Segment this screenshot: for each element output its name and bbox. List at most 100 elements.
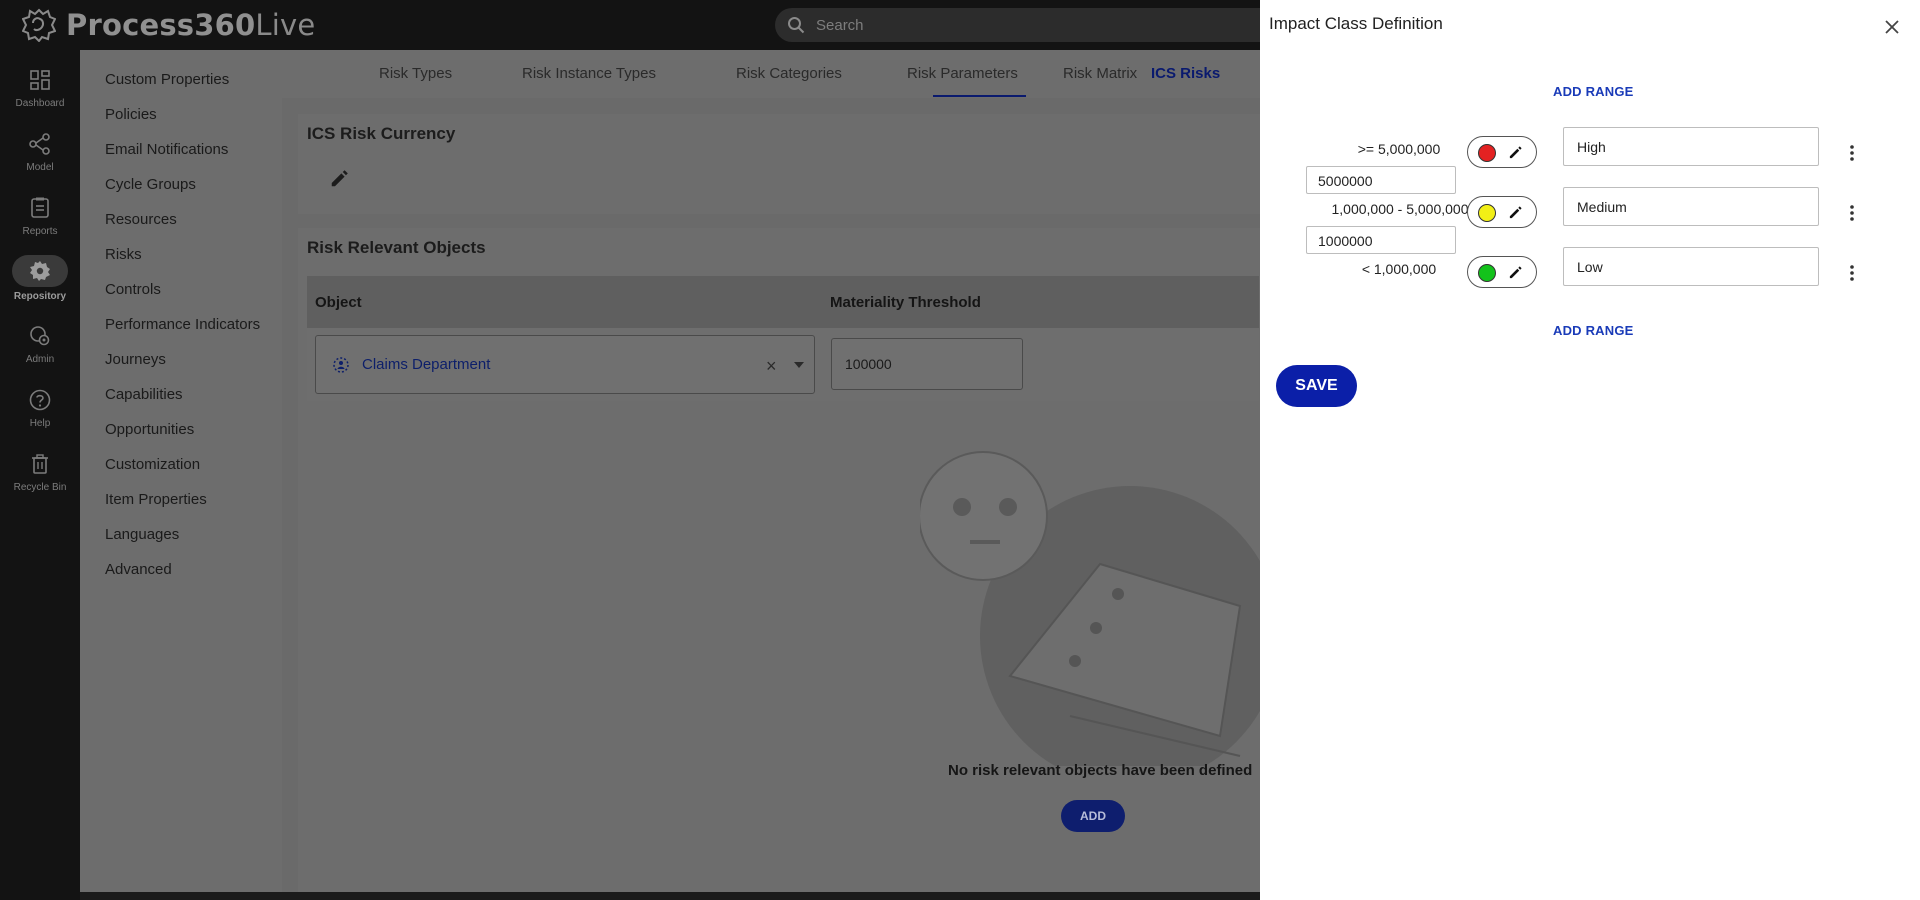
color-picker[interactable] [1467, 136, 1537, 168]
nav-label: Repository [13, 291, 67, 302]
more-options-icon[interactable] [1849, 144, 1855, 162]
range-label: 1,000,000 - 5,000,000 [1331, 201, 1469, 217]
class-name-input[interactable]: High [1563, 127, 1819, 166]
dialog-title: Impact Class Definition [1269, 14, 1443, 33]
tab-ics-risks[interactable]: ICS Risks [1151, 65, 1220, 82]
tab-risk-instance-types[interactable]: Risk Instance Types [522, 65, 656, 82]
search-placeholder: Search [816, 16, 864, 34]
settings-item[interactable]: Journeys [105, 351, 166, 368]
nav-repository[interactable]: Repository [0, 255, 80, 302]
dashboard-icon [30, 70, 50, 90]
range-label: < 1,000,000 [1361, 261, 1437, 277]
nav-label: Reports [22, 226, 58, 237]
color-picker[interactable] [1467, 256, 1537, 288]
color-swatch [1478, 204, 1496, 222]
active-tab-indicator [933, 95, 1026, 97]
add-object-button[interactable]: ADD [1061, 800, 1125, 832]
impact-class-dialog: Impact Class Definition ADD RANGE >= 5,0… [1260, 0, 1920, 900]
settings-item[interactable]: Capabilities [105, 386, 183, 403]
nav-recycle-bin[interactable]: Recycle Bin [0, 452, 80, 493]
class-name-value: Medium [1577, 199, 1627, 215]
column-header: Materiality Threshold [830, 294, 981, 311]
threshold-value: 100000 [845, 356, 892, 372]
class-name-value: High [1577, 139, 1606, 155]
nav-reports[interactable]: Reports [0, 196, 80, 237]
object-name: Claims Department [362, 356, 491, 373]
model-icon [29, 133, 50, 155]
nav-model[interactable]: Model [0, 132, 80, 173]
more-options-icon[interactable] [1849, 204, 1855, 222]
object-select[interactable]: Claims Department × [315, 335, 815, 394]
settings-item[interactable]: Resources [105, 211, 177, 228]
class-name-value: Low [1577, 259, 1603, 275]
left-nav: Dashboard Model Reports Repository Admin… [0, 50, 80, 900]
settings-item[interactable]: Cycle Groups [105, 176, 196, 193]
color-swatch [1478, 264, 1496, 282]
app-logo[interactable]: Process360Live [22, 8, 315, 42]
edit-icon[interactable] [329, 167, 351, 189]
class-name-input[interactable]: Low [1563, 247, 1819, 286]
threshold-input[interactable]: 100000 [831, 338, 1023, 390]
add-range-top-button[interactable]: ADD RANGE [1553, 84, 1634, 99]
settings-item[interactable]: Performance Indicators [105, 316, 260, 333]
search-icon [788, 17, 805, 34]
settings-item[interactable]: Custom Properties [105, 71, 229, 88]
tab-risk-matrix[interactable]: Risk Matrix [1063, 65, 1137, 82]
department-icon [333, 357, 349, 373]
clear-icon[interactable]: × [766, 356, 777, 377]
color-picker[interactable] [1467, 196, 1537, 228]
objects-card-title: Risk Relevant Objects [307, 238, 486, 257]
class-name-input[interactable]: Medium [1563, 187, 1819, 226]
more-options-icon[interactable] [1849, 264, 1855, 282]
pencil-icon [1509, 146, 1522, 159]
settings-item[interactable]: Customization [105, 456, 200, 473]
boundary-input[interactable]: 1000000 [1306, 226, 1456, 254]
boundary-value: 1000000 [1318, 233, 1373, 249]
pencil-icon [1509, 266, 1522, 279]
settings-item[interactable]: Languages [105, 526, 179, 543]
settings-item[interactable]: Opportunities [105, 421, 194, 438]
currency-card-title: ICS Risk Currency [307, 124, 456, 143]
main-content: Custom Properties Policies Email Notific… [80, 50, 1260, 892]
settings-item[interactable]: Policies [105, 106, 157, 123]
chevron-down-icon[interactable] [794, 362, 804, 368]
empty-state-illustration [920, 451, 1260, 766]
gear-icon [30, 261, 50, 281]
settings-item[interactable]: Risks [105, 246, 142, 263]
table-header: Object Materiality Threshold [307, 276, 1259, 328]
range-label: >= 5,000,000 [1357, 141, 1441, 157]
nav-label: Admin [25, 354, 55, 365]
nav-label: Recycle Bin [13, 482, 67, 493]
nav-label: Model [26, 162, 54, 173]
settings-item[interactable]: Email Notifications [105, 141, 228, 158]
brand-name: Process360Live [66, 8, 316, 42]
close-icon[interactable] [1885, 20, 1899, 34]
add-range-bottom-button[interactable]: ADD RANGE [1553, 323, 1634, 338]
settings-item[interactable]: Item Properties [105, 491, 207, 508]
nav-help[interactable]: Help [0, 388, 80, 429]
tab-risk-parameters[interactable]: Risk Parameters [907, 65, 1018, 82]
tab-risk-types[interactable]: Risk Types [379, 65, 452, 82]
nav-admin[interactable]: Admin [0, 324, 80, 365]
save-button[interactable]: SAVE [1276, 365, 1357, 407]
column-header: Object [315, 294, 362, 311]
tab-bar: Risk Types Risk Instance Types Risk Cate… [282, 50, 1260, 98]
trash-icon [32, 454, 48, 474]
settings-menu: Custom Properties Policies Email Notific… [80, 50, 282, 892]
boundary-input[interactable]: 5000000 [1306, 166, 1456, 194]
help-icon [29, 389, 51, 411]
nav-label: Dashboard [15, 98, 65, 109]
settings-item[interactable]: Advanced [105, 561, 172, 578]
pencil-icon [1509, 206, 1522, 219]
nav-dashboard[interactable]: Dashboard [0, 68, 80, 109]
search-input[interactable]: Search [775, 8, 1335, 42]
tab-risk-categories[interactable]: Risk Categories [736, 65, 842, 82]
settings-item[interactable]: Controls [105, 281, 161, 298]
nav-active-indicator [12, 255, 68, 287]
reports-icon [31, 197, 49, 218]
nav-label: Help [29, 418, 51, 429]
boundary-value: 5000000 [1318, 173, 1373, 189]
empty-state-message: No risk relevant objects have been defin… [948, 762, 1253, 779]
logo-icon [22, 8, 56, 42]
admin-icon [30, 326, 50, 346]
